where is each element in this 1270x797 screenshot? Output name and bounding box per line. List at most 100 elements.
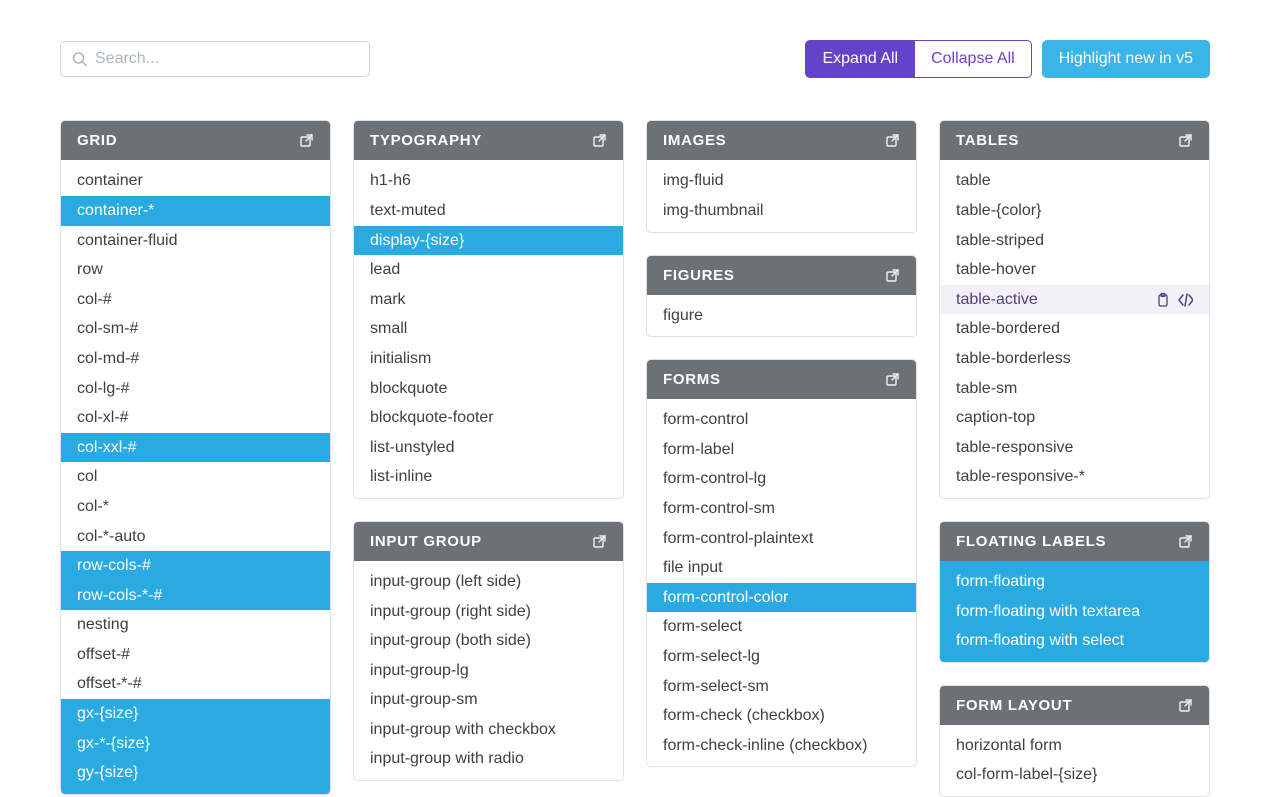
list-item[interactable]: col-lg-# (61, 374, 330, 404)
list-item[interactable]: table-borderless (940, 344, 1209, 374)
list-item[interactable]: container (61, 160, 330, 196)
list-item[interactable]: initialism (354, 344, 623, 374)
list-item[interactable]: blockquote (354, 374, 623, 404)
list-item[interactable]: col-md-# (61, 344, 330, 374)
list-item[interactable]: table-hover (940, 255, 1209, 285)
list-item[interactable]: input-group (left side) (354, 561, 623, 597)
list-item[interactable]: col-*-auto (61, 522, 330, 552)
list-item[interactable]: col-# (61, 285, 330, 315)
panel-header[interactable]: FIGURES (647, 256, 916, 295)
clipboard-icon[interactable] (1155, 292, 1170, 307)
list-item[interactable]: table-bordered (940, 314, 1209, 344)
list-item[interactable]: form-control-sm (647, 494, 916, 524)
panel-header[interactable]: TABLES (940, 121, 1209, 160)
list-item[interactable]: input-group-sm (354, 685, 623, 715)
list-item[interactable]: form-select-sm (647, 672, 916, 702)
list-item[interactable]: text-muted (354, 196, 623, 226)
list-item[interactable]: col-form-label-{size} (940, 760, 1209, 796)
external-link-icon[interactable] (1178, 534, 1193, 549)
list-item[interactable]: lead (354, 255, 623, 285)
collapse-all-button[interactable]: Collapse All (915, 40, 1032, 78)
external-link-icon[interactable] (885, 372, 900, 387)
external-link-icon[interactable] (885, 268, 900, 283)
panel-header[interactable]: FLOATING LABELS (940, 522, 1209, 561)
list-item[interactable]: input-group (right side) (354, 597, 623, 627)
list-item[interactable]: form-select (647, 612, 916, 642)
list-item[interactable]: input-group-lg (354, 656, 623, 686)
external-link-icon[interactable] (299, 133, 314, 148)
list-item[interactable]: table-responsive (940, 433, 1209, 463)
list-item[interactable]: table-responsive-* (940, 462, 1209, 498)
list-item[interactable]: img-thumbnail (647, 196, 916, 232)
code-icon[interactable] (1178, 292, 1193, 307)
list-item[interactable]: blockquote-footer (354, 403, 623, 433)
list-item[interactable]: figure (647, 295, 916, 337)
list-item[interactable]: gx-{size} (61, 699, 330, 729)
list-item[interactable]: container-fluid (61, 226, 330, 256)
search-input[interactable] (60, 41, 370, 77)
list-item-label: input-group with radio (370, 748, 524, 770)
panel-figures: FIGURESfigure (646, 255, 917, 338)
list-item[interactable]: form-check-inline (checkbox) (647, 731, 916, 767)
expand-all-button[interactable]: Expand All (805, 40, 915, 78)
panel-header[interactable]: IMAGES (647, 121, 916, 160)
list-item[interactable]: table (940, 160, 1209, 196)
list-item[interactable]: form-select-lg (647, 642, 916, 672)
list-item[interactable]: form-control-lg (647, 464, 916, 494)
list-item[interactable]: file input (647, 553, 916, 583)
panel-header[interactable]: GRID (61, 121, 330, 160)
list-item-label: table-borderless (956, 348, 1071, 370)
list-item[interactable]: col-xl-# (61, 403, 330, 433)
list-item[interactable]: table-{color} (940, 196, 1209, 226)
list-item[interactable]: form-floating (940, 561, 1209, 597)
list-item[interactable]: h1-h6 (354, 160, 623, 196)
list-item[interactable]: form-floating with textarea (940, 597, 1209, 627)
external-link-icon[interactable] (592, 534, 607, 549)
list-item[interactable]: row-cols-*-# (61, 581, 330, 611)
list-item[interactable]: form-control-plaintext (647, 524, 916, 554)
list-item[interactable]: form-check (checkbox) (647, 701, 916, 731)
highlight-new-button[interactable]: Highlight new in v5 (1042, 40, 1210, 78)
list-item[interactable]: table-active (940, 285, 1209, 315)
list-item[interactable]: input-group with checkbox (354, 715, 623, 745)
list-item[interactable]: gy-{size} (61, 758, 330, 794)
list-item[interactable]: small (354, 314, 623, 344)
list-item[interactable]: img-fluid (647, 160, 916, 196)
list-item[interactable]: list-inline (354, 462, 623, 498)
list-item[interactable]: form-floating with select (940, 626, 1209, 662)
list-item[interactable]: list-unstyled (354, 433, 623, 463)
list-item[interactable]: offset-# (61, 640, 330, 670)
list-item[interactable]: col-* (61, 492, 330, 522)
list-item-label: blockquote-footer (370, 407, 494, 429)
list-item[interactable]: container-* (61, 196, 330, 226)
list-item[interactable]: gx-*-{size} (61, 729, 330, 759)
list-item[interactable]: form-control (647, 399, 916, 435)
list-item[interactable]: mark (354, 285, 623, 315)
list-item[interactable]: form-control-color (647, 583, 916, 613)
panel-header[interactable]: FORM LAYOUT (940, 686, 1209, 725)
external-link-icon[interactable] (885, 133, 900, 148)
list-item[interactable]: table-striped (940, 226, 1209, 256)
external-link-icon[interactable] (592, 133, 607, 148)
external-link-icon[interactable] (1178, 698, 1193, 713)
list-item-label: form-select (663, 616, 742, 638)
list-item[interactable]: row (61, 255, 330, 285)
list-item[interactable]: input-group (both side) (354, 626, 623, 656)
list-item-label: h1-h6 (370, 170, 411, 192)
list-item[interactable]: col (61, 462, 330, 492)
list-item[interactable]: horizontal form (940, 725, 1209, 761)
panel-header[interactable]: FORMS (647, 360, 916, 399)
external-link-icon[interactable] (1178, 133, 1193, 148)
panel-header[interactable]: TYPOGRAPHY (354, 121, 623, 160)
list-item[interactable]: row-cols-# (61, 551, 330, 581)
list-item[interactable]: nesting (61, 610, 330, 640)
panel-header[interactable]: INPUT GROUP (354, 522, 623, 561)
list-item[interactable]: form-label (647, 435, 916, 465)
list-item[interactable]: offset-*-# (61, 669, 330, 699)
list-item[interactable]: col-sm-# (61, 314, 330, 344)
list-item[interactable]: col-xxl-# (61, 433, 330, 463)
list-item[interactable]: table-sm (940, 374, 1209, 404)
list-item[interactable]: display-{size} (354, 226, 623, 256)
list-item[interactable]: input-group with radio (354, 744, 623, 780)
list-item[interactable]: caption-top (940, 403, 1209, 433)
